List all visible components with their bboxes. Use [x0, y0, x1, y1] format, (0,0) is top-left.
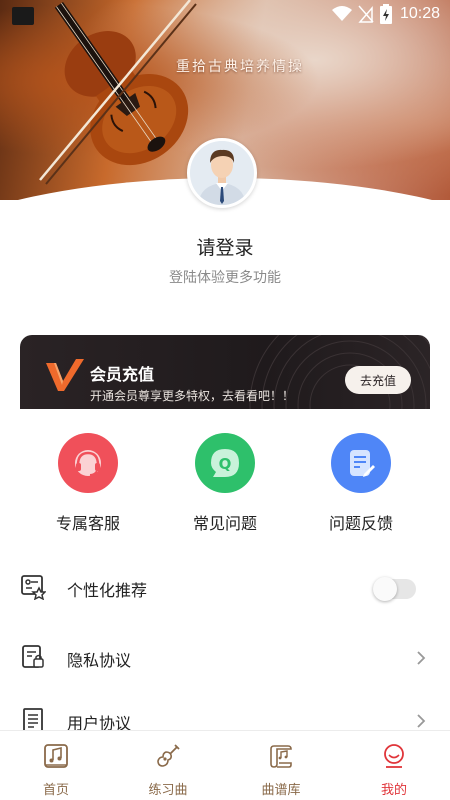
settings-label: 隐私协议 — [67, 651, 132, 670]
personalize-settings-icon — [21, 575, 46, 600]
svg-text:Q: Q — [219, 455, 232, 473]
vip-title: 会员充值 — [90, 365, 155, 384]
nav-label: 练习曲 — [148, 783, 188, 798]
headset-icon — [58, 433, 118, 493]
quick-action-feedback[interactable]: 问题反馈 — [301, 433, 421, 534]
wifi-icon — [331, 6, 352, 21]
notification-icon — [12, 7, 34, 25]
settings-row-personalized[interactable]: 个性化推荐 — [0, 560, 450, 616]
nav-label: 首页 — [42, 783, 69, 798]
settings-row-privacy[interactable]: 隐私协议 — [0, 630, 450, 686]
nav-sheet-library[interactable]: 曲谱库 — [225, 731, 337, 800]
vip-logo-icon — [46, 359, 84, 391]
quick-action-faq[interactable]: Q 常见问题 — [165, 433, 285, 534]
settings-label: 个性化推荐 — [67, 581, 148, 600]
user-avatar-icon — [190, 141, 254, 205]
bottom-nav: 首页 练习曲 曲谱库 我的 — [0, 730, 450, 800]
status-time: 10:28 — [399, 5, 440, 22]
faq-icon: Q — [195, 433, 255, 493]
nav-etudes[interactable]: 练习曲 — [112, 731, 224, 800]
privacy-policy-icon — [22, 645, 44, 668]
toggle-knob — [373, 577, 397, 601]
nav-home[interactable]: 首页 — [0, 731, 112, 800]
login-subtitle: 登陆体验更多功能 — [169, 270, 281, 286]
vip-banner[interactable]: 会员充值 开通会员尊享更多特权，去看看吧！！ 去充值 — [20, 335, 430, 409]
guitar-icon — [157, 744, 180, 767]
feedback-icon — [331, 433, 391, 493]
chevron-right-icon — [417, 714, 426, 728]
chevron-right-icon — [417, 651, 426, 665]
recharge-button[interactable]: 去充值 — [345, 366, 411, 394]
personalized-toggle[interactable] — [373, 577, 416, 601]
status-right: 10:28 — [331, 4, 440, 24]
quick-action-support[interactable]: 专属客服 — [28, 433, 148, 534]
hero-motto: 重拾古典培养情操 — [176, 59, 304, 75]
quick-action-label: 问题反馈 — [328, 514, 393, 533]
nav-label: 我的 — [380, 783, 407, 798]
battery-icon — [379, 4, 392, 24]
quick-action-label: 常见问题 — [192, 514, 257, 533]
sheet-scroll-icon — [270, 745, 292, 768]
music-note-icon — [44, 744, 68, 768]
profile-icon — [384, 744, 404, 768]
nav-label: 曲谱库 — [261, 783, 301, 798]
login-title[interactable]: 请登录 — [0, 233, 450, 260]
status-bar: 10:28 — [0, 0, 450, 30]
nav-mine[interactable]: 我的 — [338, 731, 450, 800]
vip-description: 开通会员尊享更多特权，去看看吧！！ — [90, 389, 295, 403]
quick-action-label: 专属客服 — [55, 514, 120, 533]
avatar[interactable] — [187, 138, 257, 208]
no-signal-icon — [358, 5, 374, 23]
